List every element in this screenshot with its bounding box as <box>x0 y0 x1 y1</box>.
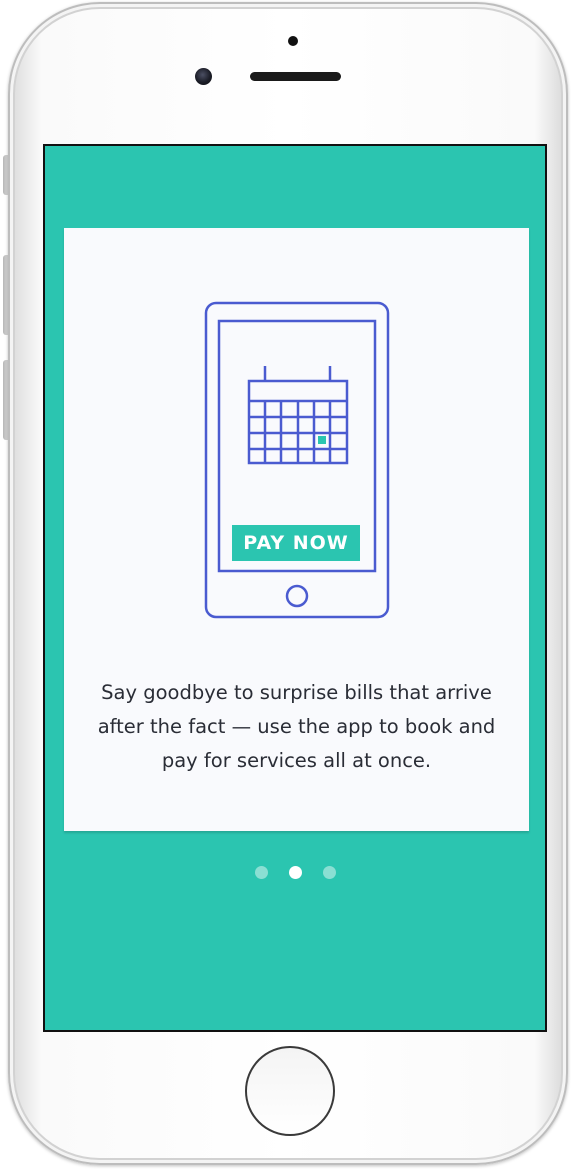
proximity-sensor <box>288 36 298 46</box>
page-dot-3[interactable] <box>322 866 336 879</box>
app-screen: PAY NOW Say goodbye to surprise bills th… <box>43 144 547 1032</box>
pay-now-button[interactable]: PAY NOW <box>232 525 360 561</box>
onboarding-card: PAY NOW Say goodbye to surprise bills th… <box>64 228 529 831</box>
device-mockup: PAY NOW Say goodbye to surprise bills th… <box>0 0 571 1169</box>
earpiece-speaker <box>250 72 341 81</box>
camera-icon <box>195 68 212 85</box>
phone-with-calendar-icon <box>204 301 390 619</box>
home-button-icon[interactable] <box>245 1046 335 1136</box>
page-dot-1[interactable] <box>254 866 268 879</box>
onboarding-message: Say goodbye to surprise bills that arriv… <box>97 681 496 772</box>
page-dot-2-active[interactable] <box>288 866 302 879</box>
pagination-dots <box>45 866 545 879</box>
